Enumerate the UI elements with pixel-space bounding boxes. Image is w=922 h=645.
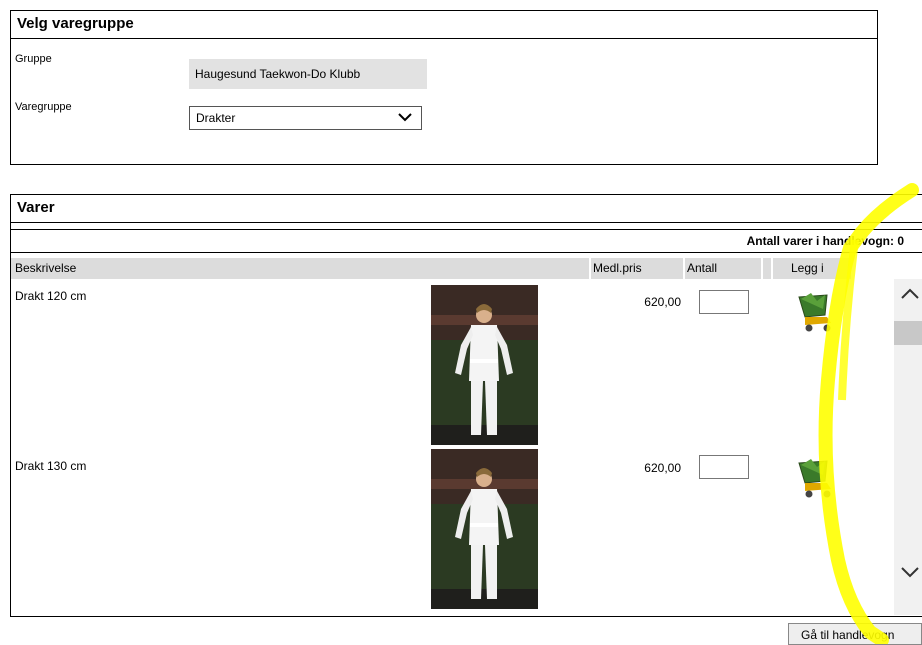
col-description: Beskrivelse: [11, 258, 589, 279]
col-price: Medl.pris: [591, 258, 683, 279]
col-add: Legg i: [773, 258, 851, 279]
varegruppe-label: Varegruppe: [15, 101, 72, 113]
item-price: 620,00: [644, 461, 681, 475]
chevron-up-icon[interactable]: [900, 287, 920, 301]
gruppe-label: Gruppe: [15, 53, 52, 65]
item-price: 620,00: [644, 295, 681, 309]
group-panel-title: Velg varegruppe: [11, 11, 877, 39]
gruppe-value: Haugesund Taekwon-Do Klubb: [189, 59, 427, 89]
item-photo: [431, 285, 538, 445]
table-row: Drakt 130 cm 620,00: [11, 449, 851, 615]
quantity-input[interactable]: [699, 290, 749, 314]
cart-count: Antall varer i handlevogn: 0: [11, 229, 922, 253]
shopping-cart-icon[interactable]: [791, 455, 841, 499]
col-spacer: [763, 258, 771, 279]
items-panel: Varer Antall varer i handlevogn: 0 Beskr…: [10, 194, 922, 617]
chevron-down-icon: [398, 113, 412, 122]
vertical-scrollbar[interactable]: [894, 279, 922, 615]
varegruppe-selected: Drakter: [196, 111, 236, 125]
table-header: Beskrivelse Medl.pris Antall Legg i: [11, 258, 851, 279]
items-panel-title: Varer: [11, 195, 922, 223]
item-description: Drakt 130 cm: [15, 459, 87, 473]
table-row: Drakt 120 cm 620,00: [11, 285, 851, 447]
varegruppe-select[interactable]: Drakter: [189, 106, 422, 130]
goto-cart-button[interactable]: Gå til handlevogn: [788, 623, 922, 645]
scrollbar-thumb[interactable]: [894, 321, 922, 345]
quantity-input[interactable]: [699, 455, 749, 479]
item-photo: [431, 449, 538, 609]
chevron-down-icon[interactable]: [900, 565, 920, 579]
col-quantity: Antall: [685, 258, 761, 279]
item-description: Drakt 120 cm: [15, 289, 87, 303]
group-selection-panel: Velg varegruppe Gruppe Haugesund Taekwon…: [10, 10, 878, 165]
shopping-cart-icon[interactable]: [791, 289, 841, 333]
